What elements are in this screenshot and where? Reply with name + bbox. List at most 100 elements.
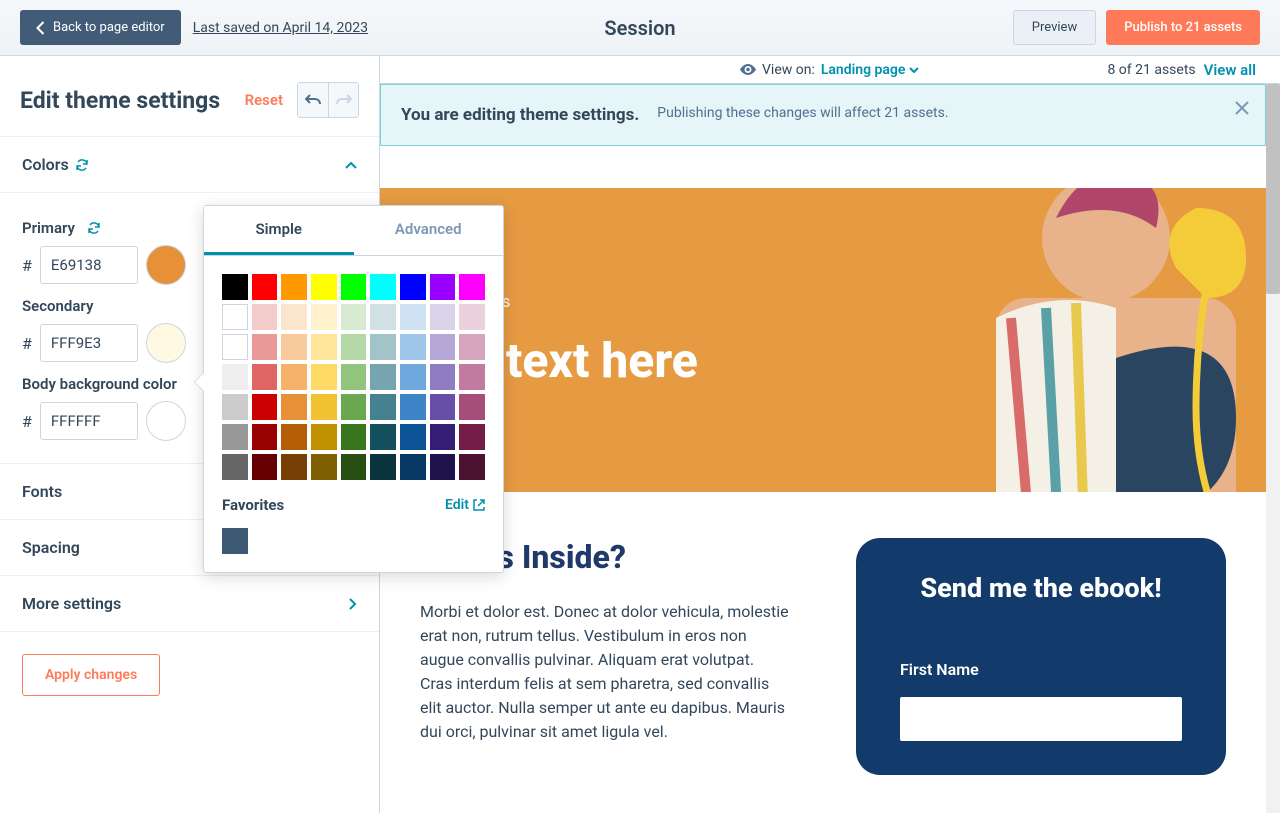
scrollbar-thumb[interactable] (1266, 84, 1280, 294)
color-cell[interactable] (222, 274, 248, 300)
color-cell[interactable] (281, 424, 307, 450)
color-cell[interactable] (459, 454, 485, 480)
color-cell[interactable] (222, 394, 248, 420)
color-cell[interactable] (370, 274, 396, 300)
section-colors[interactable]: Colors (0, 137, 379, 193)
color-cell[interactable] (459, 274, 485, 300)
color-cell[interactable] (370, 304, 396, 330)
color-cell[interactable] (222, 334, 248, 360)
color-cell[interactable] (400, 334, 426, 360)
viewon-dropdown[interactable]: Landing page (821, 62, 920, 78)
color-cell[interactable] (400, 454, 426, 480)
color-cell[interactable] (430, 394, 456, 420)
color-cell[interactable] (341, 364, 367, 390)
color-cell[interactable] (252, 304, 278, 330)
color-cell[interactable] (430, 364, 456, 390)
color-cell[interactable] (459, 394, 485, 420)
color-cell[interactable] (400, 394, 426, 420)
secondary-hex-input[interactable] (40, 324, 138, 362)
color-cell[interactable] (370, 424, 396, 450)
color-cell[interactable] (252, 334, 278, 360)
color-cell[interactable] (341, 424, 367, 450)
back-button[interactable]: Back to page editor (20, 10, 181, 45)
page-title: Session (604, 16, 675, 40)
color-cell[interactable] (400, 364, 426, 390)
color-cell[interactable] (430, 304, 456, 330)
tab-advanced[interactable]: Advanced (354, 206, 504, 255)
color-grid (204, 256, 503, 492)
color-cell[interactable] (370, 454, 396, 480)
color-cell[interactable] (311, 334, 337, 360)
color-cell[interactable] (222, 304, 248, 330)
tab-simple[interactable]: Simple (204, 206, 354, 255)
color-cell[interactable] (281, 454, 307, 480)
color-cell[interactable] (311, 274, 337, 300)
viewon-label: View on: (762, 62, 815, 78)
color-cell[interactable] (459, 304, 485, 330)
reset-link[interactable]: Reset (245, 91, 283, 109)
caret-down-icon (909, 67, 919, 73)
color-cell[interactable] (400, 304, 426, 330)
color-cell[interactable] (252, 364, 278, 390)
color-cell[interactable] (252, 394, 278, 420)
color-cell[interactable] (341, 304, 367, 330)
color-cell[interactable] (430, 274, 456, 300)
apply-changes-button[interactable]: Apply changes (22, 654, 160, 696)
color-cell[interactable] (311, 454, 337, 480)
primary-swatch[interactable] (146, 245, 186, 285)
secondary-swatch[interactable] (146, 323, 186, 363)
color-cell[interactable] (430, 334, 456, 360)
page-preview: ng Pages dd text here What's Inside? Mor… (380, 188, 1266, 775)
color-cell[interactable] (311, 364, 337, 390)
favorite-swatch[interactable] (222, 528, 248, 554)
color-cell[interactable] (281, 394, 307, 420)
section-fonts-label: Fonts (22, 482, 62, 501)
color-cell[interactable] (252, 424, 278, 450)
color-cell[interactable] (222, 454, 248, 480)
primary-hex-input[interactable] (40, 246, 138, 284)
color-cell[interactable] (370, 364, 396, 390)
color-cell[interactable] (459, 334, 485, 360)
last-saved-link[interactable]: Last saved on April 14, 2023 (193, 20, 368, 36)
edit-label: Edit (445, 497, 469, 513)
color-cell[interactable] (341, 454, 367, 480)
color-cell[interactable] (459, 424, 485, 450)
color-cell[interactable] (341, 334, 367, 360)
redo-button[interactable] (328, 83, 358, 117)
color-cell[interactable] (400, 274, 426, 300)
color-cell[interactable] (430, 454, 456, 480)
color-cell[interactable] (222, 364, 248, 390)
section-more[interactable]: More settings (0, 576, 379, 632)
color-cell[interactable] (252, 454, 278, 480)
color-cell[interactable] (311, 394, 337, 420)
body-bg-swatch[interactable] (146, 401, 186, 441)
close-icon[interactable] (1235, 101, 1249, 115)
color-cell[interactable] (281, 274, 307, 300)
scrollbar[interactable] (1266, 84, 1280, 813)
color-cell[interactable] (400, 424, 426, 450)
chevron-left-icon (36, 21, 45, 35)
color-cell[interactable] (311, 304, 337, 330)
edit-favorites-link[interactable]: Edit (445, 497, 485, 513)
color-cell[interactable] (341, 394, 367, 420)
publish-button[interactable]: Publish to 21 assets (1106, 10, 1260, 45)
view-all-link[interactable]: View all (1204, 61, 1256, 79)
color-cell[interactable] (341, 274, 367, 300)
color-cell[interactable] (459, 364, 485, 390)
color-cell[interactable] (430, 424, 456, 450)
color-cell[interactable] (370, 334, 396, 360)
color-cell[interactable] (281, 334, 307, 360)
color-cell[interactable] (311, 424, 337, 450)
section-spacing-label: Spacing (22, 538, 80, 557)
external-link-icon (473, 499, 485, 511)
body-bg-hex-input[interactable] (40, 402, 138, 440)
color-cell[interactable] (281, 364, 307, 390)
color-cell[interactable] (222, 424, 248, 450)
undo-button[interactable] (298, 83, 328, 117)
color-cell[interactable] (370, 394, 396, 420)
color-cell[interactable] (252, 274, 278, 300)
first-name-input[interactable] (900, 697, 1182, 741)
preview-button[interactable]: Preview (1013, 10, 1096, 45)
hero-section: ng Pages dd text here (380, 188, 1266, 492)
color-cell[interactable] (281, 304, 307, 330)
